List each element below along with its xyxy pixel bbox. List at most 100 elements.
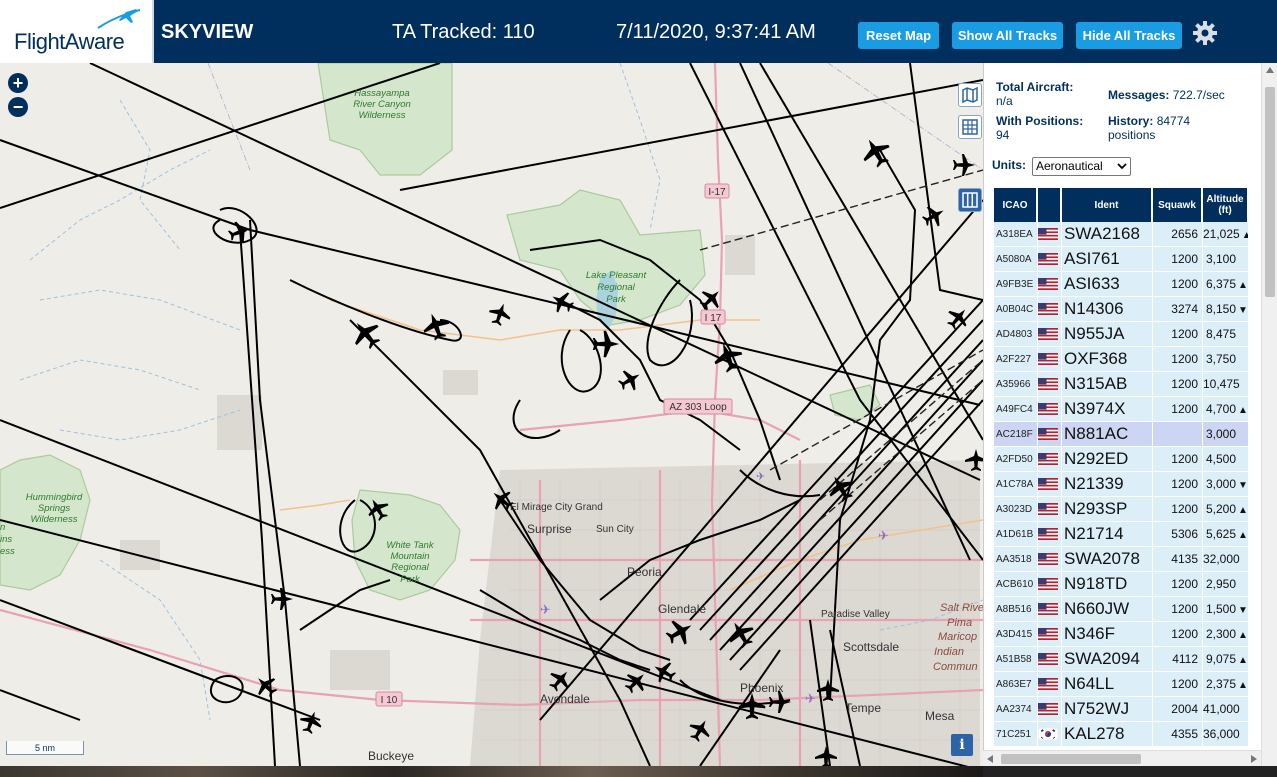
urban-areas: [120, 235, 980, 766]
altitude-trend-icon: ▲: [1238, 630, 1248, 641]
cell-ident: N752WJ: [1062, 697, 1153, 722]
svg-text:Commun: Commun: [933, 661, 978, 673]
cell-ident: ASI633: [1062, 272, 1153, 297]
cell-altitude: 3,000 ▼: [1203, 472, 1249, 497]
cell-altitude: 2,375 ▲: [1203, 672, 1249, 697]
table-row[interactable]: A2F227 OXF368 1200 3,750: [994, 347, 1249, 372]
cell-icao: AA2374: [994, 697, 1038, 722]
total-aircraft-stat: Total Aircraft: n/a: [996, 80, 1074, 108]
label-salt-river: Salt Rive Pima Maricop Indian Commun: [933, 602, 983, 673]
cell-altitude: 1,500 ▼: [1203, 597, 1249, 622]
table-row[interactable]: A0B04C N14306 3274 8,150 ▼: [994, 297, 1249, 322]
cell-altitude: 41,000: [1203, 697, 1249, 722]
cell-altitude: 4,700 ▲: [1203, 397, 1249, 422]
flag-us-icon: [1038, 622, 1062, 647]
column-ident[interactable]: Ident: [1062, 188, 1153, 222]
cell-altitude: 32,000: [1203, 547, 1249, 572]
grid-icon[interactable]: [958, 115, 982, 139]
cell-squawk: 1200: [1153, 272, 1203, 297]
units-select[interactable]: Aeronautical: [1032, 157, 1131, 176]
svg-text:I-17: I-17: [708, 187, 726, 198]
table-row[interactable]: AD4803 N955JA 1200 8,475: [994, 322, 1249, 347]
cell-icao: A9FB3E: [994, 272, 1038, 297]
column-altitude[interactable]: Altitude (ft): [1203, 188, 1249, 222]
show-all-tracks-button[interactable]: Show All Tracks: [952, 22, 1063, 49]
map-info-button[interactable]: i: [951, 734, 973, 756]
table-row[interactable]: A5080A ASI761 1200 3,100: [994, 247, 1249, 272]
altitude-value: 4,700: [1205, 402, 1236, 416]
sidebar-horizontal-scrollbar[interactable]: [983, 750, 1261, 766]
column-squawk[interactable]: Squawk: [1153, 188, 1203, 222]
cell-altitude: 6,375 ▲: [1203, 272, 1249, 297]
table-row[interactable]: A1C78A N21339 1200 3,000 ▼: [994, 472, 1249, 497]
cell-squawk: 1200: [1153, 372, 1203, 397]
svg-text:I 17: I 17: [705, 313, 722, 324]
cell-icao: A2F227: [994, 347, 1038, 372]
table-row[interactable]: A3023D N293SP 1200 5,200 ▲: [994, 497, 1249, 522]
columns-icon[interactable]: [958, 188, 982, 212]
cell-squawk: 1200: [1153, 322, 1203, 347]
table-row[interactable]: A8B516 N660JW 1200 1,500 ▼: [994, 597, 1249, 622]
altitude-trend-icon: ▲: [1242, 230, 1248, 241]
table-row[interactable]: AC218F N881AC 3,000: [994, 422, 1249, 447]
table-row[interactable]: 71C251 KAL278 4355 36,000: [994, 722, 1249, 747]
shield-i17-north: I-17: [704, 183, 730, 199]
hide-all-tracks-button[interactable]: Hide All Tracks: [1076, 22, 1182, 49]
table-row[interactable]: A2FD50 N292ED 1200 4,500: [994, 447, 1249, 472]
altitude-trend-icon: ▲: [1238, 530, 1248, 541]
cell-altitude: 8,150 ▼: [1203, 297, 1249, 322]
label-phoenix: Phoenix: [740, 681, 783, 695]
flag-us-icon: [1038, 697, 1062, 722]
map-layers-icon[interactable]: [958, 83, 982, 107]
table-row[interactable]: A1D61B N21714 5306 5,625 ▲: [994, 522, 1249, 547]
cell-altitude: 5,625 ▲: [1203, 522, 1249, 547]
cell-icao: A0B04C: [994, 297, 1038, 322]
aircraft-sidebar: Total Aircraft: n/a Messages: 722.7/sec W…: [983, 63, 1277, 766]
aircraft-table: ICAO Ident Squawk Altitude (ft) A318EA SWA…: [994, 188, 1249, 766]
cell-squawk: 5306: [1153, 522, 1203, 547]
svg-text:Maricop: Maricop: [938, 631, 977, 643]
flightaware-logo[interactable]: FlightAware: [0, 0, 154, 63]
flag-us-icon: [1038, 222, 1062, 247]
cell-ident: SWA2078: [1062, 547, 1153, 572]
table-row[interactable]: AA2374 N752WJ 2004 41,000: [994, 697, 1249, 722]
cell-ident: N292ED: [1062, 447, 1153, 472]
altitude-trend-icon: ▼: [1238, 480, 1248, 491]
zoom-out-button[interactable]: −: [8, 97, 28, 117]
column-flag[interactable]: [1038, 188, 1062, 222]
cell-icao: ACB610: [994, 572, 1038, 597]
svg-text:✈: ✈: [756, 471, 765, 483]
gear-icon[interactable]: [1192, 20, 1218, 46]
altitude-value: 9,075: [1205, 652, 1236, 666]
cell-altitude: 5,200 ▲: [1203, 497, 1249, 522]
cell-altitude: 3,750: [1203, 347, 1249, 372]
cell-icao: A863E7: [994, 672, 1038, 697]
table-row[interactable]: A9FB3E ASI633 1200 6,375 ▲: [994, 272, 1249, 297]
label-hassayampa: Hassayampa River Canyon Wilderness: [353, 88, 411, 121]
cell-squawk: 4355: [1153, 722, 1203, 747]
zoom-in-button[interactable]: +: [8, 73, 28, 93]
column-icao[interactable]: ICAO: [994, 188, 1038, 222]
cell-altitude: 3,100: [1203, 247, 1249, 272]
reset-map-button[interactable]: Reset Map: [858, 22, 939, 49]
table-row[interactable]: A51B58 SWA2094 4112 9,075 ▲: [994, 647, 1249, 672]
history-stat: History: 84774 positions: [1108, 114, 1191, 142]
bottom-strip: [0, 766, 1277, 777]
sidebar-vertical-scrollbar[interactable]: [1261, 63, 1277, 766]
cell-squawk: 1200: [1153, 397, 1203, 422]
label-paradise-valley: Paradise Valley: [821, 609, 890, 620]
table-row[interactable]: A35966 N315AB 1200 10,475: [994, 372, 1249, 397]
flag-us-icon: [1038, 422, 1062, 447]
table-row[interactable]: AA3518 SWA2078 4135 32,000: [994, 547, 1249, 572]
svg-text:✈: ✈: [540, 602, 551, 617]
cell-altitude: 10,475: [1203, 372, 1249, 397]
table-row[interactable]: A863E7 N64LL 1200 2,375 ▲: [994, 672, 1249, 697]
svg-text:Indian: Indian: [934, 646, 964, 658]
cell-ident: N955JA: [1062, 322, 1153, 347]
table-row[interactable]: A49FC4 N3974X 1200 4,700 ▲: [994, 397, 1249, 422]
table-row[interactable]: A3D415 N346F 1200 2,300 ▲: [994, 622, 1249, 647]
map-canvas[interactable]: Hassayampa River Canyon Wilderness Lake Pl…: [0, 63, 983, 766]
table-row[interactable]: A318EA SWA2168265621,025▲: [994, 222, 1249, 247]
table-row[interactable]: ACB610 N918TD 1200 2,950: [994, 572, 1249, 597]
flag-us-icon: [1038, 447, 1062, 472]
